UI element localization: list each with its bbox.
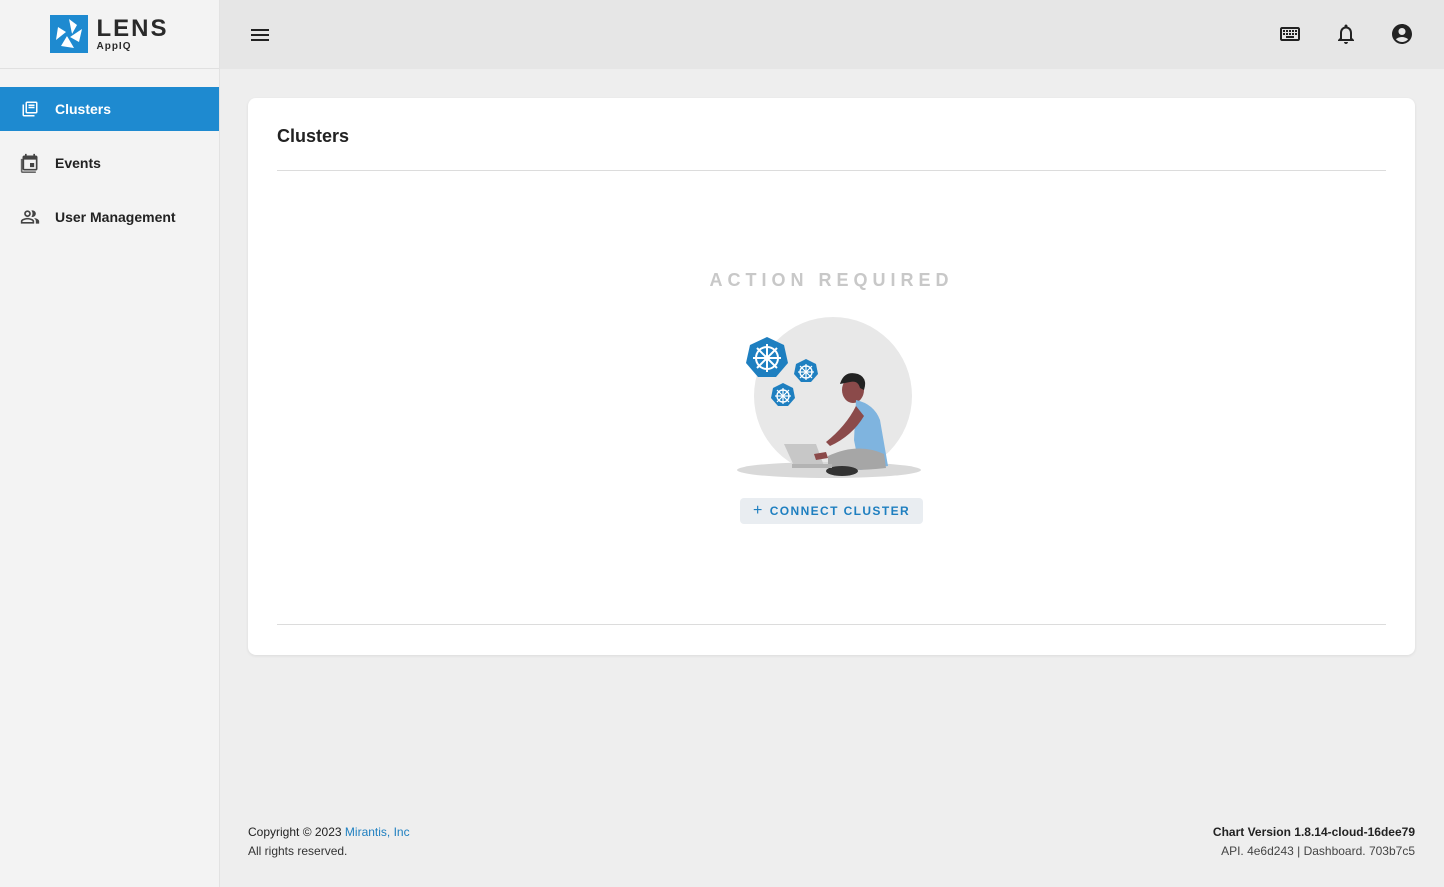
sidebar-item-label: User Management xyxy=(55,209,176,225)
brand-name: LENS xyxy=(96,14,169,42)
footer-copyright: Copyright © 2023 Mirantis, Inc All right… xyxy=(248,823,410,861)
sidebar: LENS AppIQ Clusters Events User Manageme… xyxy=(0,0,220,887)
plus-icon: + xyxy=(752,502,764,519)
divider xyxy=(277,170,1386,171)
brand-sub: AppIQ xyxy=(96,40,132,52)
rights-text: All rights reserved. xyxy=(248,844,348,858)
brand-logo[interactable]: LENS AppIQ xyxy=(0,0,219,69)
top-bar xyxy=(220,0,1444,69)
empty-state-heading: ACTION REQUIRED xyxy=(709,270,954,290)
footer-version: Chart Version 1.8.14-cloud-16dee79 API. … xyxy=(1213,823,1415,861)
sidebar-item-clusters[interactable]: Clusters xyxy=(0,87,219,131)
sidebar-item-user-management[interactable]: User Management xyxy=(0,195,219,239)
connect-cluster-label: CONNECT CLUSTER xyxy=(769,504,911,518)
page-title: Clusters xyxy=(277,126,350,146)
menu-icon[interactable] xyxy=(248,23,272,47)
empty-state-illustration xyxy=(737,317,921,478)
mirantis-link[interactable]: Mirantis, Inc xyxy=(345,825,410,839)
sidebar-item-label: Events xyxy=(55,155,101,171)
users-icon xyxy=(20,207,40,227)
sidebar-item-events[interactable]: Events xyxy=(0,141,219,185)
divider xyxy=(277,624,1386,625)
api-version: API. 4e6d243 | Dashboard. 703b7c5 xyxy=(1221,844,1415,858)
copyright-text: Copyright © 2023 xyxy=(248,825,342,839)
sidebar-nav: Clusters Events User Management xyxy=(0,87,219,239)
calendar-icon xyxy=(20,153,40,173)
clusters-icon xyxy=(20,99,40,119)
lens-logo-icon xyxy=(50,15,89,53)
clusters-card: Clusters ACTION REQUIRED + CONNECT CLUST… xyxy=(248,98,1415,655)
keyboard-icon[interactable] xyxy=(1278,22,1302,46)
account-icon[interactable] xyxy=(1390,22,1414,46)
sidebar-item-label: Clusters xyxy=(55,101,112,117)
bell-icon[interactable] xyxy=(1334,22,1358,46)
chart-version: Chart Version 1.8.14-cloud-16dee79 xyxy=(1212,825,1415,839)
connect-cluster-button[interactable]: + CONNECT CLUSTER xyxy=(740,498,923,524)
